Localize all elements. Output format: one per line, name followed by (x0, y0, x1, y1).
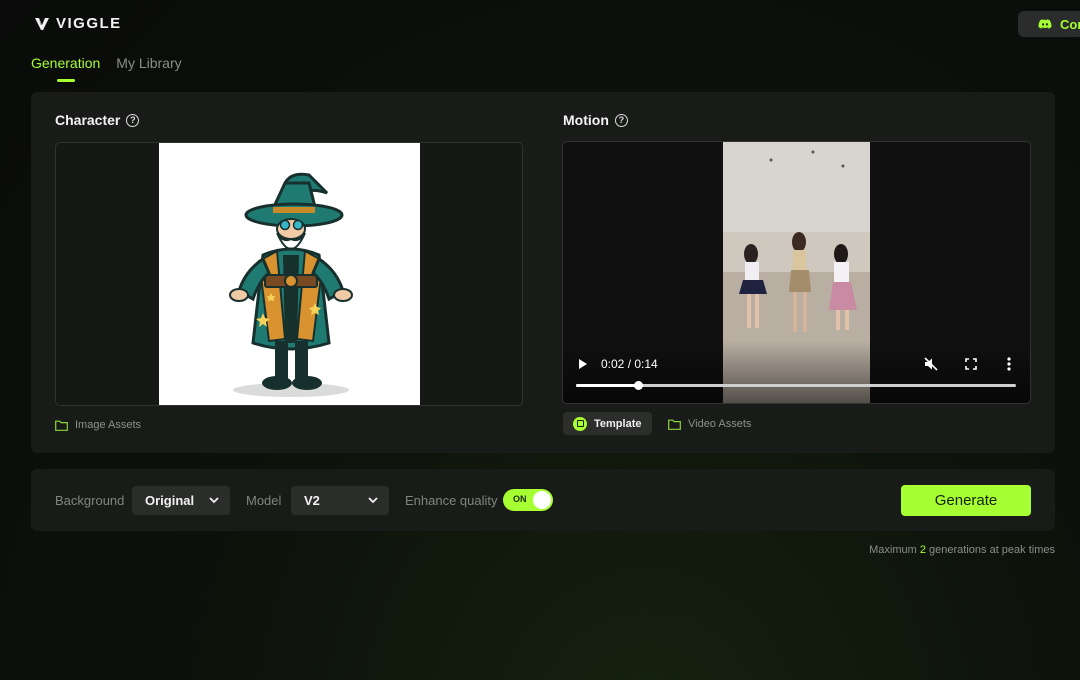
tab-my-library[interactable]: My Library (116, 55, 181, 79)
help-icon[interactable]: ? (126, 113, 140, 127)
motion-section-title: Motion ? (563, 112, 628, 128)
generation-count: 2 (919, 544, 926, 556)
video-progress-fill (576, 384, 638, 387)
motion-title: Motion (563, 112, 609, 128)
video-progress-bar[interactable] (576, 381, 1016, 390)
model-label: Model (246, 493, 282, 508)
brand-name: VIGGLE (56, 15, 122, 32)
generate-button[interactable]: Generate (901, 485, 1031, 516)
more-options-icon[interactable] (1003, 356, 1015, 372)
chevron-down-icon (368, 497, 378, 504)
template-button[interactable]: Template (563, 412, 652, 435)
video-progress-handle[interactable] (633, 381, 643, 390)
generation-settings-bar: Background Original Model V2 Enhance qua… (31, 469, 1055, 531)
model-select[interactable]: V2 (291, 486, 389, 515)
background-label: Background (55, 493, 125, 508)
folder-icon (55, 420, 68, 431)
character-image (159, 143, 420, 405)
discord-label: Cor (1060, 16, 1080, 32)
model-value: V2 (304, 493, 320, 508)
top-bar: VIGGLE Cor (0, 0, 1080, 48)
mute-icon[interactable] (923, 356, 939, 372)
footnote-suffix: generations at peak times (929, 544, 1055, 556)
play-icon[interactable] (576, 356, 590, 372)
motion-video-player[interactable]: 0:02 / 0:14 (562, 141, 1031, 404)
video-controls-overlay (563, 341, 1030, 403)
generation-limit-note: Maximum 2 generations at peak times (869, 544, 1055, 556)
video-assets-link[interactable]: Video Assets (668, 418, 751, 430)
character-upload-area[interactable] (55, 142, 523, 406)
chevron-down-icon (209, 497, 219, 504)
enhance-quality-toggle[interactable]: ON (503, 489, 553, 511)
template-label: Template (594, 417, 642, 430)
video-assets-label: Video Assets (688, 418, 752, 430)
discord-icon (1038, 19, 1052, 29)
toggle-knob (533, 491, 551, 509)
template-icon (573, 416, 587, 431)
wizard-illustration (229, 172, 353, 397)
viggle-v-icon (35, 17, 49, 30)
folder-icon (668, 419, 681, 430)
help-icon[interactable]: ? (614, 113, 628, 127)
discord-button[interactable]: Cor (1018, 11, 1080, 37)
tab-generation[interactable]: Generation (31, 55, 100, 79)
viggle-logo[interactable]: VIGGLE (34, 15, 122, 32)
generation-panel: Character ? Image Assets Motion ? 0:02 /… (31, 92, 1055, 453)
toggle-state-text: ON (513, 494, 527, 504)
video-time: 0:02 / 0:14 (601, 357, 658, 371)
enhance-quality-label: Enhance quality (405, 493, 498, 508)
fullscreen-icon[interactable] (963, 356, 979, 372)
character-title: Character (55, 112, 121, 128)
background-select[interactable]: Original (132, 486, 230, 515)
background-value: Original (145, 493, 195, 508)
main-tabs: Generation My Library (31, 55, 182, 79)
footnote-prefix: Maximum (869, 544, 917, 556)
character-section-title: Character ? (55, 112, 140, 128)
image-assets-link[interactable]: Image Assets (55, 419, 141, 431)
image-assets-label: Image Assets (75, 419, 142, 431)
